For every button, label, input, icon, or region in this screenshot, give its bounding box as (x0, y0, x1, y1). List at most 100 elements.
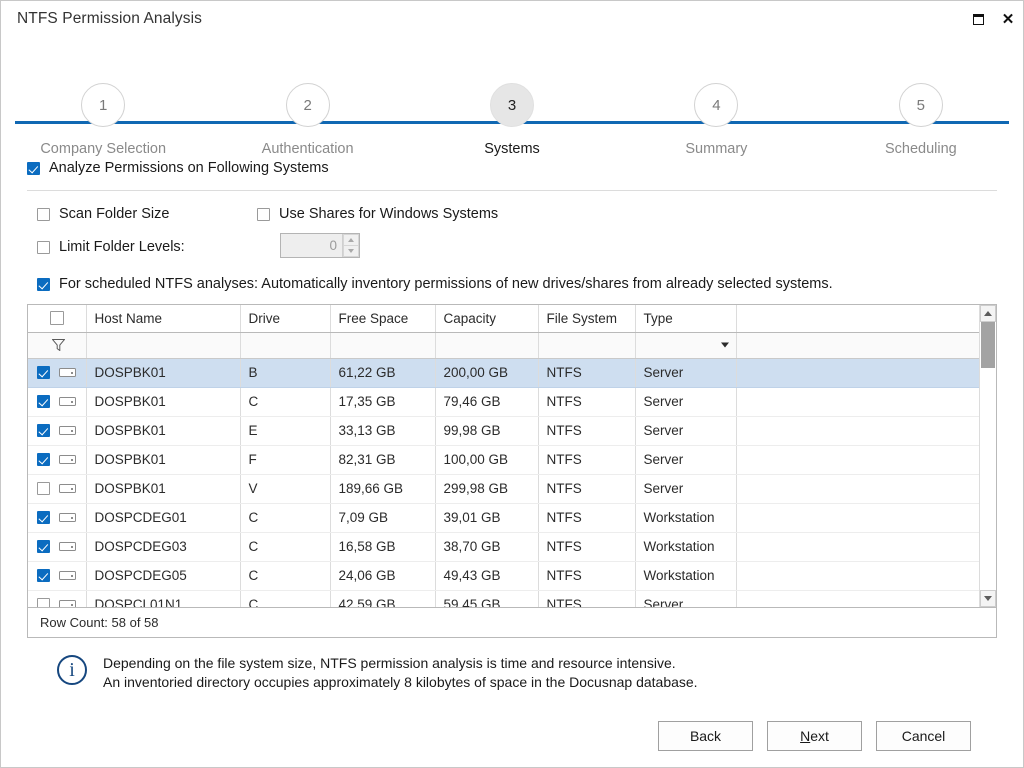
filter-toggle-cell[interactable] (28, 332, 87, 359)
close-icon: ✕ (1001, 10, 1015, 28)
row-count-label: Row Count: 58 of 58 (40, 615, 159, 630)
table-row[interactable]: DOSPCDEG05 C 24,06 GB 49,43 GB NTFS Work… (28, 561, 979, 591)
cell-free: 42,59 GB (330, 590, 436, 607)
scheduled-inventory-row[interactable]: For scheduled NTFS analyses: Automatical… (37, 276, 997, 292)
use-shares-checkbox[interactable] (257, 207, 270, 221)
spin-up-button[interactable] (343, 234, 359, 245)
cell-drive: C (240, 561, 331, 591)
scheduled-inventory-checkbox[interactable] (37, 277, 50, 291)
header-file-system[interactable]: File System (538, 305, 636, 333)
row-checkbox[interactable] (37, 511, 50, 524)
row-checkbox[interactable] (37, 395, 50, 408)
cell-type: Server (635, 358, 737, 388)
restore-button[interactable] (963, 4, 993, 34)
grid-columns: Host Name Drive Free Space Capacity File… (28, 305, 979, 607)
ntfs-permission-analysis-dialog: NTFS Permission Analysis ✕ 1 Company Sel… (0, 0, 1024, 768)
cell-free: 7,09 GB (330, 503, 436, 533)
spin-down-button[interactable] (343, 245, 359, 257)
back-button[interactable]: Back (658, 721, 753, 751)
step-scheduling[interactable]: 5 Scheduling (819, 83, 1023, 157)
step-label: Company Selection (40, 141, 167, 157)
filter-drive[interactable] (240, 332, 331, 359)
table-row[interactable]: DOSPBK01 B 61,22 GB 200,00 GB NTFS Serve… (28, 358, 979, 388)
filter-type[interactable] (635, 332, 737, 359)
next-suffix: ext (810, 728, 829, 744)
folder-levels-stepper[interactable]: 0 (280, 233, 360, 258)
scrollbar-thumb[interactable] (981, 322, 995, 368)
step-summary[interactable]: 4 Summary (614, 83, 818, 157)
table-row[interactable]: DOSPCDEG03 C 16,58 GB 38,70 GB NTFS Work… (28, 532, 979, 562)
cell-free: 189,66 GB (330, 474, 436, 504)
limit-folder-levels-checkbox[interactable] (37, 240, 50, 254)
cell-drive: C (240, 387, 331, 417)
scroll-down-button[interactable] (980, 590, 996, 607)
filter-capacity[interactable] (435, 332, 539, 359)
limit-folder-levels-row[interactable]: Limit Folder Levels: (37, 239, 185, 255)
table-row[interactable]: DOSPBK01 E 33,13 GB 99,98 GB NTFS Server (28, 416, 979, 446)
cell-host: DOSPCL01N1 (86, 590, 241, 607)
table-row[interactable]: DOSPCDEG01 C 7,09 GB 39,01 GB NTFS Works… (28, 503, 979, 533)
limit-folder-levels-label: Limit Folder Levels: (59, 239, 185, 255)
filter-funnel-icon[interactable] (52, 339, 65, 351)
use-shares-row[interactable]: Use Shares for Windows Systems (257, 206, 498, 222)
cell-filesystem: NTFS (538, 474, 636, 504)
row-checkbox[interactable] (37, 569, 50, 582)
table-row[interactable]: DOSPBK01 V 189,66 GB 299,98 GB NTFS Serv… (28, 474, 979, 504)
cell-filesystem: NTFS (538, 503, 636, 533)
next-button[interactable]: Next (767, 721, 862, 751)
cell-type: Workstation (635, 503, 737, 533)
scan-folder-size-row[interactable]: Scan Folder Size (37, 206, 169, 222)
cell-drive: F (240, 445, 331, 475)
select-all-checkbox[interactable] (49, 311, 64, 326)
step-systems[interactable]: 3 Systems (410, 83, 614, 157)
cell-type: Server (635, 474, 737, 504)
cell-drive: V (240, 474, 331, 504)
scrollbar-track[interactable] (980, 322, 996, 590)
row-checkbox[interactable] (37, 424, 50, 437)
header-select-all[interactable] (28, 305, 87, 333)
header-drive[interactable]: Drive (240, 305, 331, 333)
header-host-name[interactable]: Host Name (86, 305, 241, 333)
header-capacity[interactable]: Capacity (435, 305, 539, 333)
cell-host: DOSPBK01 (86, 445, 241, 475)
filter-host-name[interactable] (86, 332, 241, 359)
info-icon: i (57, 655, 87, 685)
cell-capacity: 100,00 GB (435, 445, 539, 475)
row-checkbox[interactable] (37, 366, 50, 379)
header-free-space[interactable]: Free Space (330, 305, 436, 333)
step-number: 1 (81, 83, 126, 127)
systems-grid: Host Name Drive Free Space Capacity File… (27, 304, 997, 638)
cell-host: DOSPBK01 (86, 387, 241, 417)
row-checkbox[interactable] (37, 482, 50, 495)
cell-free: 16,58 GB (330, 532, 436, 562)
filter-file-system[interactable] (538, 332, 636, 359)
caret-down-icon (984, 596, 992, 601)
cell-host: DOSPCDEG03 (86, 532, 241, 562)
cell-type: Workstation (635, 561, 737, 591)
cell-capacity: 299,98 GB (435, 474, 539, 504)
cancel-button[interactable]: Cancel (876, 721, 971, 751)
analyze-permissions-checkbox[interactable] (27, 161, 40, 175)
table-row[interactable]: DOSPBK01 F 82,31 GB 100,00 GB NTFS Serve… (28, 445, 979, 475)
cell-capacity: 79,46 GB (435, 387, 539, 417)
table-row[interactable]: DOSPBK01 C 17,35 GB 79,46 GB NTFS Server (28, 387, 979, 417)
row-checkbox[interactable] (37, 453, 50, 466)
close-button[interactable]: ✕ (993, 4, 1023, 34)
grid-vertical-scrollbar[interactable] (979, 305, 996, 607)
cell-filesystem: NTFS (538, 358, 636, 388)
step-company-selection[interactable]: 1 Company Selection (1, 83, 205, 157)
cell-filesystem: NTFS (538, 416, 636, 446)
table-row[interactable]: DOSPCL01N1 C 42,59 GB 59,45 GB NTFS Serv… (28, 590, 979, 607)
analyze-permissions-row[interactable]: Analyze Permissions on Following Systems (27, 160, 997, 176)
cell-host: DOSPBK01 (86, 474, 241, 504)
scan-folder-size-checkbox[interactable] (37, 207, 50, 221)
header-type[interactable]: Type (635, 305, 737, 333)
step-authentication[interactable]: 2 Authentication (205, 83, 409, 157)
row-checkbox[interactable] (37, 540, 50, 553)
cell-type: Workstation (635, 532, 737, 562)
cell-drive: B (240, 358, 331, 388)
chevron-down-icon[interactable] (720, 342, 729, 348)
filter-free-space[interactable] (330, 332, 436, 359)
scroll-up-button[interactable] (980, 305, 996, 322)
row-checkbox[interactable] (37, 598, 50, 607)
